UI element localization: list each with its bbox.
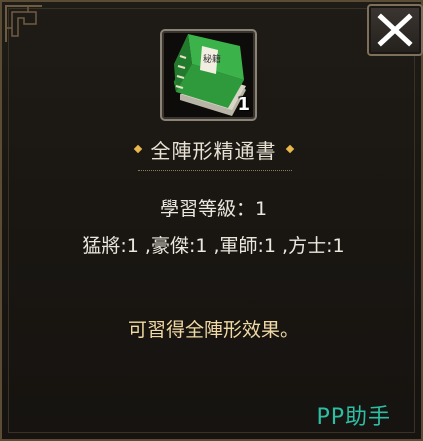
diamond-icon bbox=[285, 144, 294, 154]
unit-types-text: 猛將:1 ,豪傑:1 ,軍師:1 ,方士:1 bbox=[82, 235, 345, 257]
book-cover-label: 秘籍 bbox=[203, 53, 221, 65]
item-tooltip-panel: 秘籍 1 全陣形精通書 學習等級：1 猛將:1 ,豪傑:1 ,軍師:1 ,方士:… bbox=[0, 0, 423, 441]
item-icon-slot: 秘籍 1 bbox=[160, 29, 257, 121]
item-count: 1 bbox=[237, 94, 250, 115]
item-title-row: 全陣形精通書 bbox=[2, 135, 423, 163]
corner-ornament-icon bbox=[5, 5, 42, 42]
diamond-icon bbox=[133, 144, 142, 154]
close-icon bbox=[377, 13, 413, 47]
title-divider bbox=[138, 170, 292, 171]
study-level-text: 學習等級：1 bbox=[159, 198, 268, 220]
item-title: 全陣形精通書 bbox=[150, 138, 277, 163]
close-button[interactable] bbox=[367, 4, 423, 56]
watermark-text: PP助手 bbox=[316, 405, 391, 430]
effect-description: 可習得全陣形效果。 bbox=[127, 319, 299, 341]
